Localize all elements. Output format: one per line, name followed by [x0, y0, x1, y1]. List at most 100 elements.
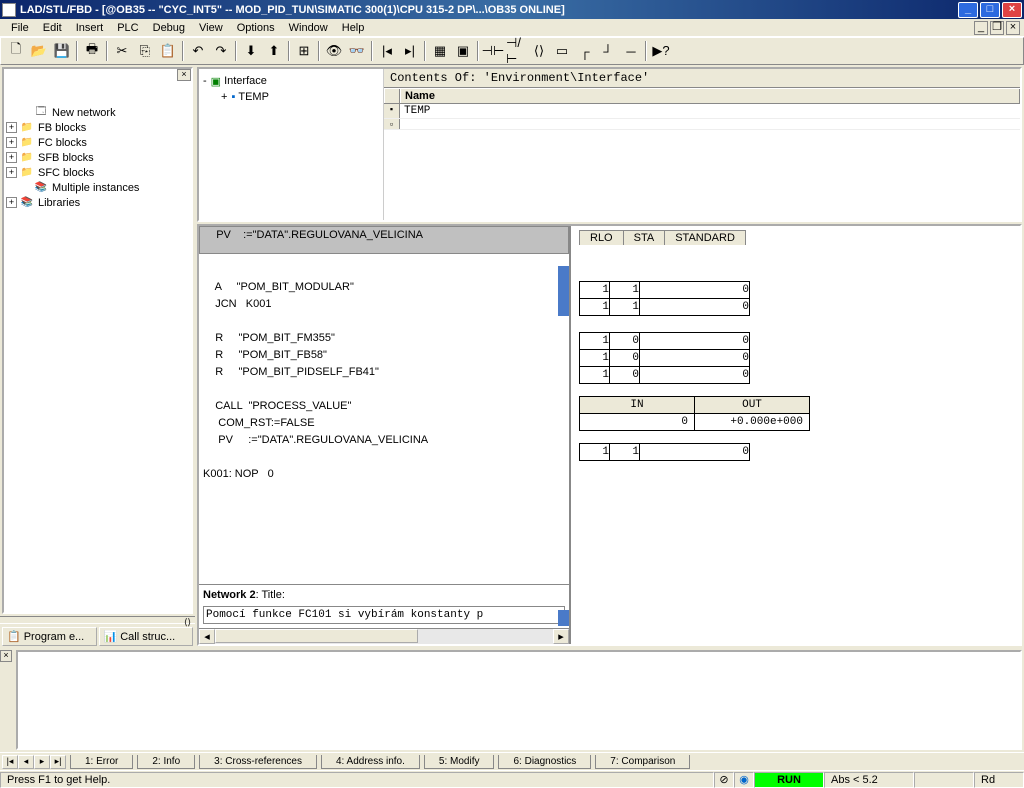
- network-description[interactable]: Pomocí funkce FC101 si vybírám konstanty…: [203, 606, 565, 624]
- scrollbar-thumb[interactable]: [558, 266, 569, 316]
- tree-item[interactable]: +📁FC blocks: [6, 135, 189, 150]
- tab-address[interactable]: 4: Address info.: [321, 755, 420, 769]
- monitor-icon[interactable]: 👁: [323, 40, 345, 62]
- monitor-table: 110110100100100: [579, 281, 750, 384]
- lad-ncontact-icon[interactable]: ⊣/⊢: [505, 40, 527, 62]
- message-tabs: |◂ ◂ ▸ ▸| 1: Error 2: Info 3: Cross-refe…: [0, 752, 1024, 770]
- interface-pane: - ▣ Interface + ▪ TEMP Contents Of: 'Env…: [197, 67, 1022, 222]
- detail-icon[interactable]: ▣: [452, 40, 474, 62]
- interface-header: Contents Of: 'Environment\Interface': [384, 69, 1020, 88]
- network-icon[interactable]: ⊞: [293, 40, 315, 62]
- tab-program-elements[interactable]: 📋Program e...: [2, 627, 97, 646]
- overview-pane: × 🗔New network+📁FB blocks+📁FC blocks+📁SF…: [2, 67, 193, 614]
- col-name[interactable]: Name: [400, 89, 1020, 103]
- lad-coil-icon[interactable]: ⟨⟩: [528, 40, 550, 62]
- tab-error[interactable]: 1: Error: [70, 755, 133, 769]
- open-icon[interactable]: 📂: [28, 40, 50, 62]
- undo-icon[interactable]: ↶: [187, 40, 209, 62]
- menu-window[interactable]: Window: [282, 21, 335, 35]
- menu-insert[interactable]: Insert: [69, 21, 111, 35]
- tree-item[interactable]: +📁FB blocks: [6, 120, 189, 135]
- horizontal-scrollbar[interactable]: ◂ ▸: [199, 628, 569, 644]
- status-abs: Abs < 5.2: [824, 772, 914, 788]
- network-label[interactable]: Network 2: [203, 590, 256, 602]
- save-icon[interactable]: 💾: [51, 40, 73, 62]
- tab-call-structure[interactable]: 📊Call struc...: [99, 627, 194, 646]
- branch-close-icon[interactable]: ┘: [597, 40, 619, 62]
- tree-item[interactable]: 📚Multiple instances: [6, 180, 189, 195]
- new-icon[interactable]: 🗋: [5, 40, 27, 62]
- tree-item[interactable]: +📁SFB blocks: [6, 150, 189, 165]
- tabnav-first-icon[interactable]: |◂: [2, 755, 18, 769]
- tab-modify[interactable]: 5: Modify: [424, 755, 495, 769]
- overview-icon[interactable]: ▦: [429, 40, 451, 62]
- tree-item[interactable]: +📁SFC blocks: [6, 165, 189, 180]
- goto-start-icon[interactable]: |◂: [376, 40, 398, 62]
- tab-diag[interactable]: 6: Diagnostics: [498, 755, 591, 769]
- cut-icon[interactable]: ✂: [111, 40, 133, 62]
- overview-close-button[interactable]: ×: [177, 69, 191, 81]
- code-pane: PV :="DATA".REGULOVANA_VELICINA A "POM_B…: [197, 224, 1022, 646]
- interface-row-empty[interactable]: ▫: [384, 119, 1020, 130]
- tree-item[interactable]: 🗔New network: [6, 105, 189, 120]
- maximize-button[interactable]: □: [980, 2, 1000, 18]
- tabnav-next-icon[interactable]: ▸: [34, 755, 50, 769]
- stl-code[interactable]: A "POM_BIT_MODULAR" JCN K001 R "POM_BIT_…: [199, 254, 569, 584]
- menu-options[interactable]: Options: [230, 21, 282, 35]
- tree-item[interactable]: +📚Libraries: [6, 195, 189, 210]
- status-help: Press F1 to get Help.: [0, 772, 714, 788]
- col-standard[interactable]: STANDARD: [664, 230, 746, 245]
- status-bar: Press F1 to get Help. ⊘ ◉ RUN Abs < 5.2 …: [0, 770, 1024, 788]
- menu-view[interactable]: View: [192, 21, 230, 35]
- download-icon[interactable]: ⬇: [240, 40, 262, 62]
- menu-help[interactable]: Help: [335, 21, 372, 35]
- tab-info[interactable]: 2: Info: [137, 755, 195, 769]
- status-offline-icon: ⊘: [714, 772, 734, 788]
- status-rd: Rd: [974, 772, 1024, 788]
- interface-row[interactable]: ▪ TEMP: [384, 104, 1020, 119]
- menu-edit[interactable]: Edit: [36, 21, 69, 35]
- glasses-icon[interactable]: 👓: [346, 40, 368, 62]
- scroll-right-icon[interactable]: ▸: [553, 629, 569, 644]
- menu-file[interactable]: File: [4, 21, 36, 35]
- toolbar: 🗋 📂 💾 🖶 ✂ ⎘ 📋 ↶ ↷ ⬇ ⬆ ⊞ 👁 👓 |◂ ▸| ▦ ▣ ⊣⊢…: [0, 37, 1024, 65]
- mdi-minimize-button[interactable]: _: [974, 21, 988, 35]
- tabnav-prev-icon[interactable]: ◂: [18, 755, 34, 769]
- window-titlebar: LAD/STL/FBD - [@OB35 -- "CYC_INT5" -- MO…: [0, 0, 1024, 19]
- redo-icon[interactable]: ↷: [210, 40, 232, 62]
- print-icon[interactable]: 🖶: [81, 40, 103, 62]
- menu-plc[interactable]: PLC: [110, 21, 145, 35]
- messages-close-button[interactable]: ×: [0, 650, 12, 662]
- menu-debug[interactable]: Debug: [146, 21, 192, 35]
- status-ins: [914, 772, 974, 788]
- connect-icon[interactable]: ─: [620, 40, 642, 62]
- tabnav-last-icon[interactable]: ▸|: [50, 755, 66, 769]
- code-header: PV :="DATA".REGULOVANA_VELICINA: [199, 226, 569, 254]
- io-table: INOUT 0+0.000e+000: [579, 396, 810, 431]
- splitter[interactable]: ⟨⟩: [0, 616, 195, 624]
- col-rlo[interactable]: RLO: [579, 230, 624, 245]
- close-button[interactable]: ×: [1002, 2, 1022, 18]
- help-icon[interactable]: ▶?: [650, 40, 672, 62]
- paste-icon[interactable]: 📋: [157, 40, 179, 62]
- minimize-button[interactable]: _: [958, 2, 978, 18]
- messages-pane: [16, 650, 1022, 750]
- status-online-icon: ◉: [734, 772, 754, 788]
- scrollbar-thumb-bottom[interactable]: [558, 610, 569, 626]
- copy-icon[interactable]: ⎘: [134, 40, 156, 62]
- upload-icon[interactable]: ⬆: [263, 40, 285, 62]
- goto-end-icon[interactable]: ▸|: [399, 40, 421, 62]
- mdi-restore-button[interactable]: ❐: [990, 21, 1004, 35]
- lad-box-icon[interactable]: ▭: [551, 40, 573, 62]
- interface-temp[interactable]: + ▪ TEMP: [203, 89, 379, 105]
- mdi-close-button[interactable]: ×: [1006, 21, 1020, 35]
- branch-open-icon[interactable]: ┌: [574, 40, 596, 62]
- tab-compare[interactable]: 7: Comparison: [595, 755, 690, 769]
- interface-root[interactable]: - ▣ Interface: [203, 73, 379, 89]
- monitor-table-last: 110: [579, 443, 750, 461]
- lad-contact-icon[interactable]: ⊣⊢: [482, 40, 504, 62]
- scroll-left-icon[interactable]: ◂: [199, 629, 215, 644]
- window-title: LAD/STL/FBD - [@OB35 -- "CYC_INT5" -- MO…: [20, 4, 958, 16]
- col-sta[interactable]: STA: [623, 230, 666, 245]
- tab-crossref[interactable]: 3: Cross-references: [199, 755, 317, 769]
